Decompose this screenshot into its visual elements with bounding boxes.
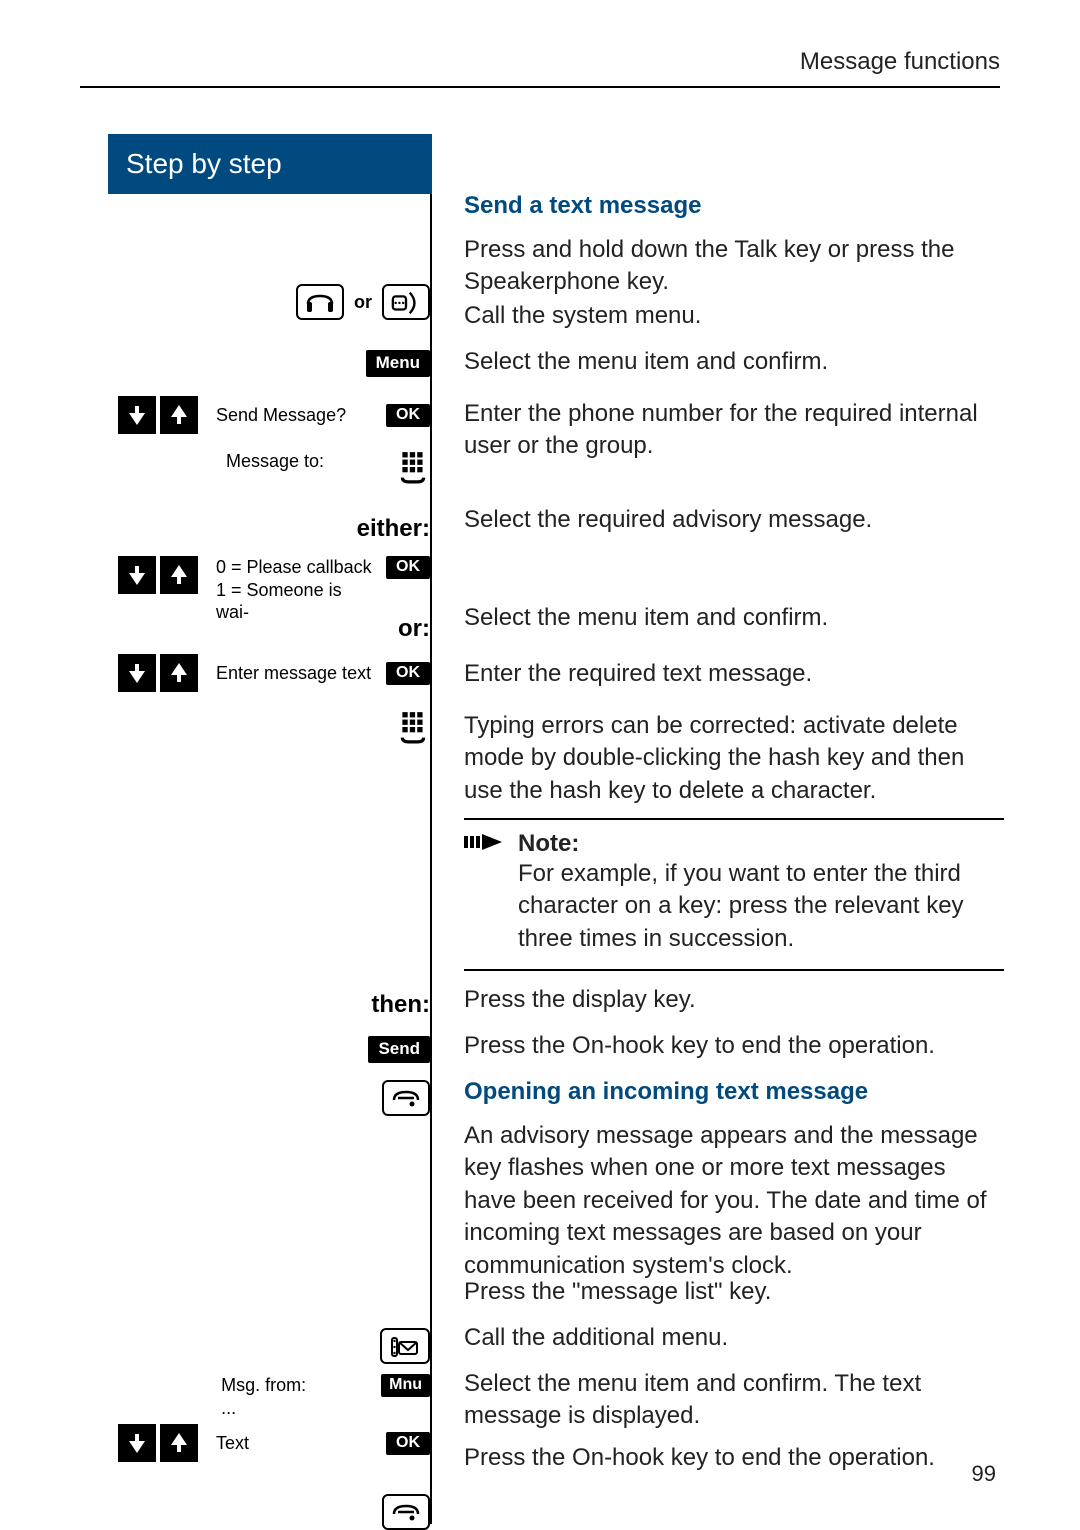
- instr-onhook-2: Press the On-hook key to end the operati…: [464, 1444, 935, 1471]
- instr-typing-errors: Typing errors can be corrected: activate…: [464, 712, 964, 804]
- talk-key-icon: [296, 284, 344, 320]
- either-label: either:: [357, 514, 430, 544]
- instr-call-additional-menu: Call the additional menu.: [464, 1324, 728, 1351]
- instr-incoming-desc: An advisory message appears and the mess…: [464, 1122, 987, 1279]
- onhook-key-icon-2: [382, 1494, 430, 1530]
- instr-enter-number: Enter the phone number for the required …: [464, 400, 978, 459]
- onhook-key-icon: [382, 1080, 430, 1116]
- speaker-key-icon: [382, 284, 430, 320]
- instr-enter-text: Enter the required text message.: [464, 660, 812, 687]
- nav-arrows-2[interactable]: [118, 556, 198, 594]
- keypad-icon-2: [396, 710, 430, 749]
- arrow-down-icon: [118, 654, 156, 692]
- enter-text-item: Enter message text: [216, 662, 376, 685]
- message-list-key-icon: [380, 1328, 430, 1364]
- step-by-step-title: Step by step: [108, 134, 432, 194]
- instr-press-display-key: Press the display key.: [464, 986, 696, 1013]
- note-text: For example, if you want to enter the th…: [518, 858, 1004, 955]
- arrow-up-icon: [160, 556, 198, 594]
- or-text: or: [354, 291, 372, 314]
- arrow-up-icon: [160, 396, 198, 434]
- ok-softkey-3[interactable]: OK: [386, 662, 430, 685]
- text-item: Text: [216, 1432, 376, 1455]
- msg-from-item: Msg. from: ...: [221, 1374, 371, 1419]
- arrow-down-icon: [118, 396, 156, 434]
- nav-arrows-3[interactable]: [118, 654, 198, 692]
- send-message-item: Send Message?: [216, 404, 376, 427]
- send-softkey[interactable]: Send: [368, 1036, 430, 1063]
- instr-select-text: Select the menu item and confirm. The te…: [464, 1370, 921, 1429]
- instr-select-confirm-2: Select the menu item and confirm.: [464, 604, 828, 631]
- ok-softkey[interactable]: OK: [386, 404, 430, 427]
- arrow-up-icon: [160, 654, 198, 692]
- arrow-down-icon: [118, 556, 156, 594]
- instr-onhook-1: Press the On-hook key to end the operati…: [464, 1032, 935, 1059]
- page-number: 99: [972, 1461, 996, 1487]
- ok-softkey-2[interactable]: OK: [386, 556, 430, 579]
- instr-call-menu: Call the system menu.: [464, 302, 701, 329]
- then-label: then:: [371, 990, 430, 1020]
- arrow-down-icon: [118, 1424, 156, 1462]
- ok-softkey-4[interactable]: OK: [386, 1432, 430, 1455]
- instr-select-advisory: Select the required advisory message.: [464, 506, 872, 533]
- page-header: Message functions: [80, 48, 1000, 88]
- mnu-softkey[interactable]: Mnu: [381, 1374, 430, 1397]
- nav-arrows-4[interactable]: [118, 1424, 198, 1462]
- instr-press-msglist: Press the "message list" key.: [464, 1278, 771, 1305]
- section-send-text: Send a text message: [464, 192, 701, 219]
- menu-softkey[interactable]: Menu: [366, 350, 430, 377]
- message-to-label: Message to:: [226, 450, 386, 473]
- section-open-incoming: Opening an incoming text message: [464, 1078, 868, 1105]
- arrow-up-icon: [160, 1424, 198, 1462]
- keypad-icon: [396, 450, 430, 489]
- nav-arrows[interactable]: [118, 396, 198, 434]
- instr-talk-speaker: Press and hold down the Talk key or pres…: [464, 236, 955, 295]
- or-label-2: or:: [398, 614, 430, 644]
- note-title: Note:: [518, 830, 1004, 858]
- header-text: Message functions: [800, 48, 1000, 75]
- instr-select-confirm-1: Select the menu item and confirm.: [464, 348, 828, 375]
- note-icon: [464, 830, 504, 859]
- left-column: Step by step or Menu Send Message? OK Me…: [108, 134, 432, 1524]
